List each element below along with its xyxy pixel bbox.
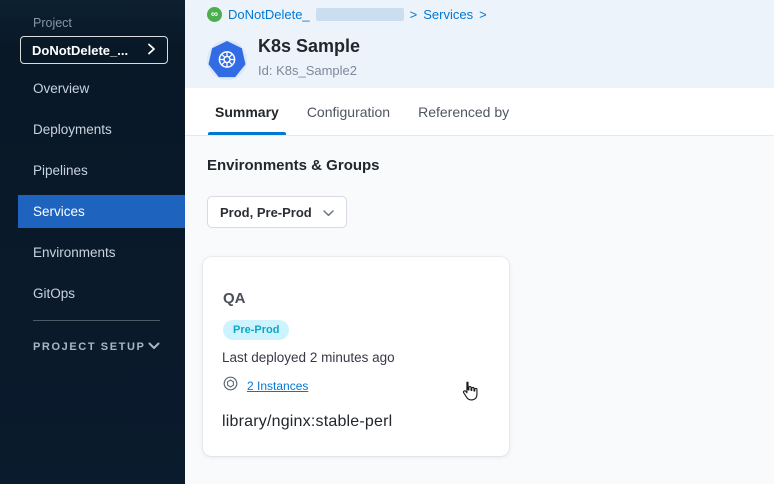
sidebar-item-label: Overview xyxy=(33,81,89,96)
sidebar-item-label: GitOps xyxy=(33,286,75,301)
main-panel: ∞ DoNotDelete_ > Services > xyxy=(185,0,774,484)
breadcrumb-project-link[interactable]: DoNotDelete_ xyxy=(228,7,310,22)
sidebar-item-label: Pipelines xyxy=(33,163,88,178)
instances-row: 2 Instances xyxy=(223,376,308,396)
sidebar-item-deployments[interactable]: Deployments xyxy=(0,113,185,146)
breadcrumb-separator: > xyxy=(410,7,418,22)
env-type-badge: Pre-Prod xyxy=(223,320,289,340)
sidebar-item-services[interactable]: Services xyxy=(18,195,185,228)
sidebar-nav: Overview Deployments Pipelines Services … xyxy=(0,72,185,310)
tab-configuration[interactable]: Configuration xyxy=(300,88,397,135)
sidebar-item-label: Services xyxy=(33,204,85,219)
service-id: Id: K8s_Sample2 xyxy=(258,63,357,78)
instances-icon xyxy=(223,376,238,396)
redacted-text xyxy=(316,8,404,21)
project-label: Project xyxy=(33,16,185,30)
sidebar-item-overview[interactable]: Overview xyxy=(0,72,185,105)
sidebar: Project DoNotDelete_... Overview Deploym… xyxy=(0,0,185,484)
sidebar-item-pipelines[interactable]: Pipelines xyxy=(0,154,185,187)
sidebar-item-label: Environments xyxy=(33,245,116,260)
chevron-right-icon xyxy=(147,43,156,58)
instances-link[interactable]: 2 Instances xyxy=(247,379,308,393)
project-setup-toggle[interactable]: PROJECT SETUP xyxy=(33,341,160,353)
cd-module-icon: ∞ xyxy=(207,7,222,22)
environment-card: QA Pre-Prod Last deployed 2 minutes ago … xyxy=(203,257,509,456)
page-header: ∞ DoNotDelete_ > Services > xyxy=(185,0,774,88)
sidebar-item-gitops[interactable]: GitOps xyxy=(0,277,185,310)
environment-name: QA xyxy=(223,290,246,307)
page-title: K8s Sample xyxy=(258,36,360,57)
breadcrumb-services-link[interactable]: Services xyxy=(423,7,473,22)
tab-label: Summary xyxy=(215,104,279,120)
last-deployed-text: Last deployed 2 minutes ago xyxy=(222,350,395,365)
section-title: Environments & Groups xyxy=(207,157,380,174)
artifact-name: library/nginx:stable-perl xyxy=(222,413,392,431)
tab-summary[interactable]: Summary xyxy=(208,88,286,135)
tab-label: Configuration xyxy=(307,104,390,120)
chevron-down-icon xyxy=(148,341,160,353)
breadcrumb-separator: > xyxy=(479,7,487,22)
tab-referenced-by[interactable]: Referenced by xyxy=(411,88,516,135)
sidebar-item-label: Deployments xyxy=(33,122,112,137)
app-window: Project DoNotDelete_... Overview Deploym… xyxy=(0,0,774,484)
sidebar-item-environments[interactable]: Environments xyxy=(0,236,185,269)
project-selector[interactable]: DoNotDelete_... xyxy=(20,36,168,64)
sidebar-divider xyxy=(33,320,160,321)
kubernetes-logo-icon xyxy=(207,40,247,80)
project-selector-value: DoNotDelete_... xyxy=(32,43,128,58)
tab-bar: Summary Configuration Referenced by xyxy=(185,88,774,136)
environment-filter-dropdown[interactable]: Prod, Pre-Prod xyxy=(207,196,347,228)
environment-filter-value: Prod, Pre-Prod xyxy=(220,205,312,220)
breadcrumb: ∞ DoNotDelete_ > Services > xyxy=(207,7,487,22)
project-setup-label: PROJECT SETUP xyxy=(33,341,146,353)
chevron-down-icon xyxy=(323,205,334,220)
tab-label: Referenced by xyxy=(418,104,509,120)
